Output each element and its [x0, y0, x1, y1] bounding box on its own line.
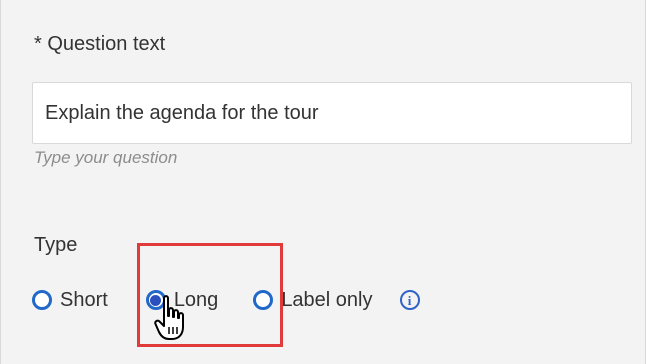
radio-long[interactable]	[145, 290, 166, 310]
form-panel: * Question text Type your question Type …	[0, 0, 646, 364]
radio-option-short[interactable]: Short	[32, 289, 108, 312]
radio-label-long: Long	[173, 288, 219, 311]
radio-label-label-only: Label only	[281, 288, 373, 311]
question-text-label: * Question text	[34, 33, 166, 55]
info-icon[interactable]: i	[399, 290, 420, 310]
type-label: Type	[34, 234, 78, 256]
radio-label-only[interactable]	[253, 290, 274, 310]
radio-short[interactable]	[32, 290, 52, 310]
question-hint: Type your question	[34, 148, 178, 167]
type-radio-group: Short Long Label only i	[32, 284, 420, 316]
radio-selected-dot	[150, 294, 162, 306]
question-text-input[interactable]	[32, 82, 632, 144]
radio-option-label-only[interactable]: Label only	[253, 288, 373, 312]
radio-label-short: Short	[60, 288, 108, 311]
radio-option-long[interactable]: Long	[145, 288, 219, 312]
